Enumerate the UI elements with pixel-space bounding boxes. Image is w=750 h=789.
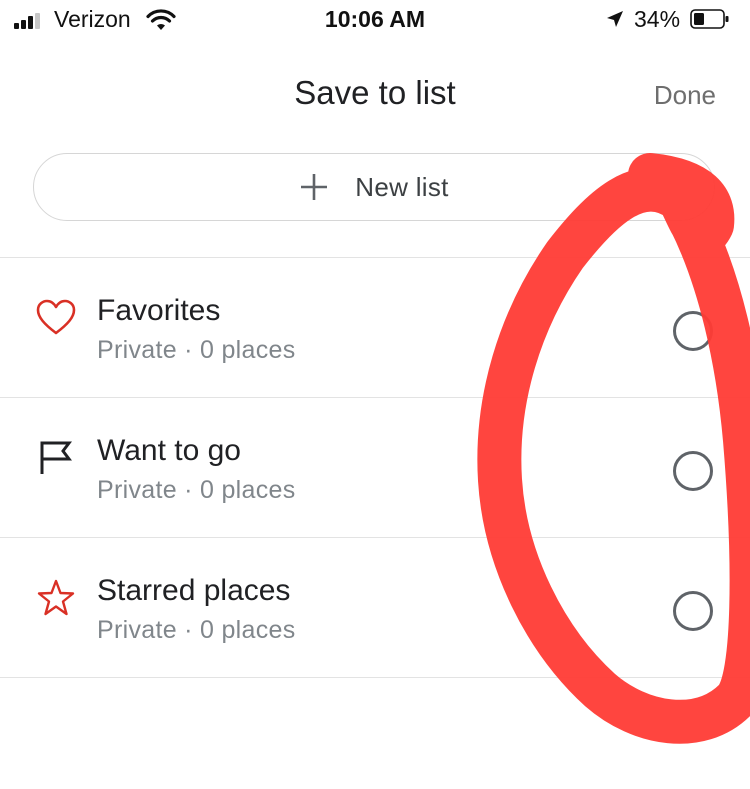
divider (0, 677, 750, 678)
favorites-radio-button[interactable] (673, 311, 713, 351)
list-item-starred-places[interactable]: Starred places Private · 0 places (0, 538, 750, 677)
list-item-title: Favorites (97, 294, 221, 327)
list-item-subtitle: Private · 0 places (97, 616, 296, 644)
plus-icon (301, 174, 328, 200)
new-list-button[interactable]: New list (33, 153, 715, 221)
list-item-favorites[interactable]: Favorites Private · 0 places (0, 258, 750, 397)
star-icon (37, 579, 75, 616)
status-bar: Verizon 10:06 AM 34% (0, 0, 750, 40)
done-button[interactable]: Done (654, 80, 716, 111)
flag-icon (40, 441, 72, 474)
list-item-subtitle: Private · 0 places (97, 476, 296, 504)
list-item-want-to-go[interactable]: Want to go Private · 0 places (0, 398, 750, 537)
page-title: Save to list (294, 74, 456, 111)
heart-icon (36, 299, 76, 335)
battery-percent: 34% (634, 6, 681, 32)
list-item-title: Want to go (97, 434, 241, 467)
location-arrow-icon (607, 11, 623, 27)
list-item-subtitle: Private · 0 places (97, 336, 296, 364)
want-to-go-radio-button[interactable] (673, 451, 713, 491)
starred-places-radio-button[interactable] (673, 591, 713, 631)
new-list-label: New list (355, 171, 449, 202)
battery-icon (690, 9, 729, 29)
save-to-list-screen: Verizon 10:06 AM 34% Save to list Done N… (0, 0, 750, 789)
list-item-title: Starred places (97, 574, 291, 607)
